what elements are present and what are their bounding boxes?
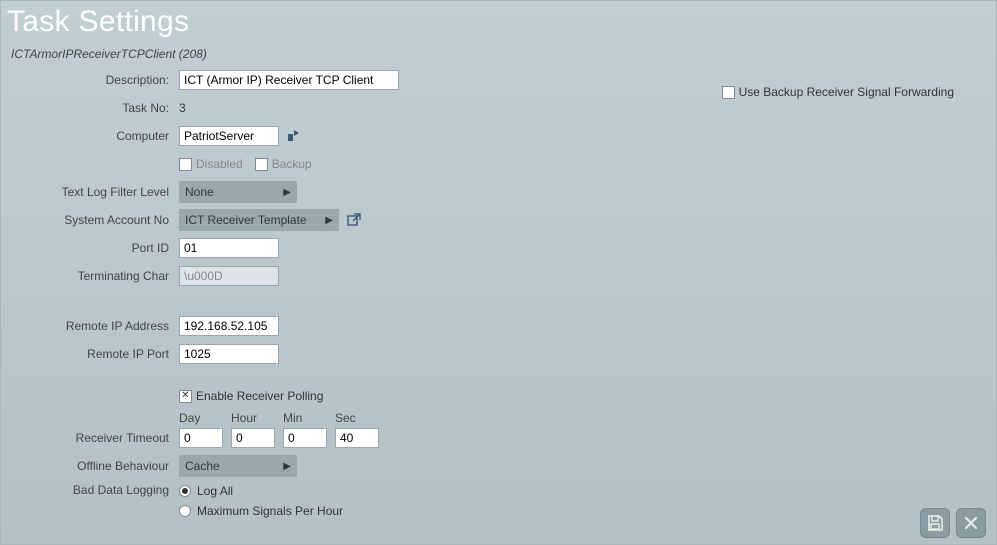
system-account-no-value: ICT Receiver Template xyxy=(185,213,307,227)
chevron-right-icon: ▶ xyxy=(283,461,291,472)
timeout-day-input[interactable] xyxy=(179,428,223,448)
chevron-right-icon: ▶ xyxy=(325,215,333,226)
system-account-no-dropdown[interactable]: ICT Receiver Template ▶ xyxy=(179,209,339,231)
chevron-right-icon: ▶ xyxy=(283,187,291,198)
computer-label: Computer xyxy=(11,129,179,143)
offline-behaviour-dropdown[interactable]: Cache ▶ xyxy=(179,455,297,477)
disabled-label: Disabled xyxy=(196,157,243,171)
backup-checkbox[interactable]: Backup xyxy=(255,157,312,171)
page-title: Task Settings xyxy=(1,1,996,39)
task-identifier: ICTArmorIPReceiverTCPClient (208) xyxy=(1,39,996,67)
task-no-value: 3 xyxy=(179,101,186,115)
computer-input[interactable] xyxy=(179,126,279,146)
port-id-label: Port ID xyxy=(11,241,179,255)
description-label: Description: xyxy=(11,73,179,87)
open-external-icon[interactable] xyxy=(345,211,363,229)
timeout-sec-input[interactable] xyxy=(335,428,379,448)
text-log-filter-label: Text Log Filter Level xyxy=(11,185,179,199)
port-id-input[interactable] xyxy=(179,238,279,258)
use-backup-receiver-label: Use Backup Receiver Signal Forwarding xyxy=(739,85,954,99)
remote-ip-port-label: Remote IP Port xyxy=(11,347,179,361)
min-header: Min xyxy=(283,411,327,425)
close-button[interactable] xyxy=(956,508,986,538)
offline-behaviour-value: Cache xyxy=(185,459,220,473)
save-icon xyxy=(926,514,944,532)
disabled-checkbox[interactable]: Disabled xyxy=(179,157,243,171)
max-signals-radio[interactable]: Maximum Signals Per Hour xyxy=(179,501,343,521)
max-signals-label: Maximum Signals Per Hour xyxy=(197,504,343,518)
log-all-radio[interactable]: Log All xyxy=(179,481,343,501)
use-backup-receiver-checkbox[interactable]: Use Backup Receiver Signal Forwarding xyxy=(722,85,954,99)
backup-label: Backup xyxy=(272,157,312,171)
day-header: Day xyxy=(179,411,223,425)
timeout-hour-input[interactable] xyxy=(231,428,275,448)
hour-header: Hour xyxy=(231,411,275,425)
terminating-char-label: Terminating Char xyxy=(11,269,179,283)
save-button[interactable] xyxy=(920,508,950,538)
system-account-no-label: System Account No xyxy=(11,213,179,227)
description-input[interactable] xyxy=(179,70,399,90)
receiver-timeout-label: Receiver Timeout xyxy=(11,431,179,445)
bad-data-logging-label: Bad Data Logging xyxy=(11,481,179,497)
terminating-char-input xyxy=(179,266,279,286)
remote-ip-port-input[interactable] xyxy=(179,344,279,364)
enable-receiver-polling-checkbox[interactable]: ✕ Enable Receiver Polling xyxy=(179,389,323,403)
offline-behaviour-label: Offline Behaviour xyxy=(11,459,179,473)
enable-receiver-polling-label: Enable Receiver Polling xyxy=(196,389,323,403)
task-no-label: Task No: xyxy=(11,101,179,115)
computer-browse-icon[interactable] xyxy=(285,127,303,145)
close-icon xyxy=(963,515,979,531)
remote-ip-address-label: Remote IP Address xyxy=(11,319,179,333)
text-log-filter-value: None xyxy=(185,185,214,199)
timeout-min-input[interactable] xyxy=(283,428,327,448)
sec-header: Sec xyxy=(335,411,379,425)
remote-ip-address-input[interactable] xyxy=(179,316,279,336)
log-all-label: Log All xyxy=(197,484,233,498)
text-log-filter-dropdown[interactable]: None ▶ xyxy=(179,181,297,203)
